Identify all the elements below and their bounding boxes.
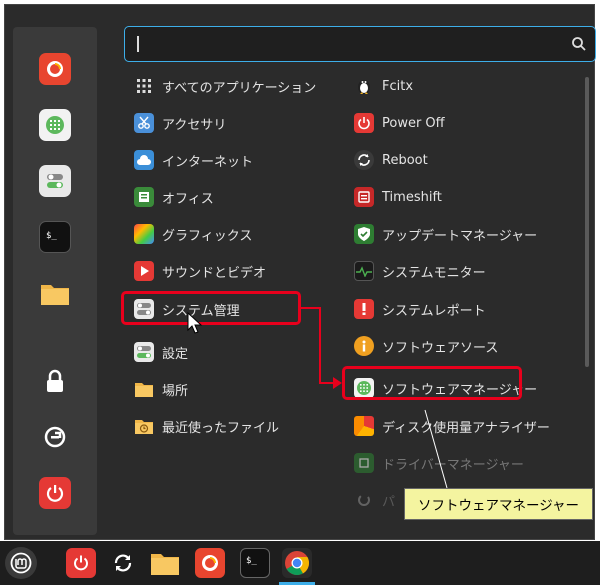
mint-menu-icon[interactable] bbox=[5, 547, 37, 579]
taskbar-update-icon[interactable] bbox=[108, 548, 138, 578]
taskbar-chrome-icon[interactable] bbox=[282, 548, 312, 578]
taskbar-power-icon[interactable] bbox=[66, 548, 96, 578]
taskbar: $_ bbox=[0, 541, 600, 585]
taskbar-firefox-icon[interactable] bbox=[195, 548, 225, 578]
svg-text:$_: $_ bbox=[246, 556, 257, 566]
taskbar-folder-icon[interactable] bbox=[150, 548, 180, 578]
callout-text: ソフトウェアマネージャー bbox=[417, 498, 580, 514]
taskbar-terminal-icon[interactable]: $_ bbox=[240, 548, 270, 578]
callout-label: ソフトウェアマネージャー bbox=[404, 488, 593, 520]
